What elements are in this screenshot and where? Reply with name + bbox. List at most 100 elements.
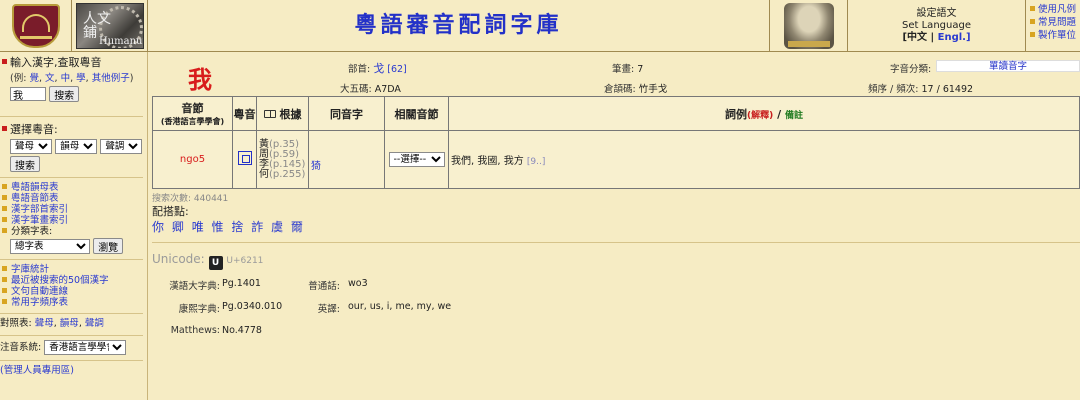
nav-finals-table[interactable]: 粵語韻母表 (2, 182, 147, 193)
basis-cell: 黃(p.35) 周(p.59) 李(p.145) 何(p.255) (256, 130, 309, 189)
nav-radical-index[interactable]: 漢字部首索引 (2, 204, 147, 215)
homophone-link[interactable]: 猗 (311, 161, 321, 172)
nav-recent-50-link[interactable]: 最近被搜索的50個漢字 (11, 275, 109, 286)
nav-freq-table-link[interactable]: 常用字頻序表 (11, 297, 68, 308)
radical-link[interactable]: 戈 (373, 62, 384, 75)
admin-link[interactable]: (管理人員專用區) (0, 365, 74, 376)
char-search-button[interactable]: 搜索 (49, 86, 80, 102)
collocation-chars: 你 卿 唯 惟 捨 詐 虞 爾 (152, 218, 306, 235)
freq-info: 頻序 / 頻次: 17 / 61492 (868, 81, 973, 95)
university-logo[interactable] (0, 0, 72, 52)
homophones-cell: 猗 (308, 130, 385, 189)
nav-freq-table[interactable]: 常用字頻序表 (2, 297, 147, 308)
category-select[interactable]: 總字表 (10, 238, 90, 254)
colloc-link[interactable]: 你 (152, 220, 165, 234)
language-chinese-link[interactable]: [中文 (902, 32, 927, 43)
system-select[interactable]: 香港語言學學會 (44, 340, 127, 355)
nav-recent-50[interactable]: 最近被搜索的50個漢字 (2, 275, 147, 286)
nav-auto-link[interactable]: 文句自動連線 (2, 286, 147, 297)
header-words-text: 詞例 (725, 107, 748, 121)
pron-search-button[interactable]: 搜索 (10, 156, 40, 172)
nav-syllable-table[interactable]: 粵語音節表 (2, 193, 147, 204)
unicode-info: Unicode: U U+6211 (152, 252, 263, 270)
pron-select-title: 選擇粵音: (0, 121, 147, 137)
nav-finals-table-link[interactable]: 粵語韻母表 (11, 182, 59, 193)
notes-link[interactable]: 備註 (785, 111, 803, 121)
compare-tables: 對照表: 聲母, 韻母, 聲調 (0, 318, 104, 329)
example-link-4[interactable]: 學 (76, 73, 86, 84)
colloc-link[interactable]: 捨 (231, 220, 244, 234)
char-search-input[interactable] (10, 87, 46, 101)
language-panel: 設定語文 Set Language [中文 | Engl.] (848, 0, 1026, 52)
sidebar-divider (0, 360, 143, 361)
pron-search-row: 搜索 (0, 156, 147, 172)
jyutping-cell: ngo5 (152, 130, 233, 189)
header-basis: 根據 (256, 96, 309, 131)
nav-stroke-index[interactable]: 漢字筆畫索引 (2, 215, 147, 226)
nav-stats[interactable]: 字庫統計 (2, 264, 147, 275)
header-words: 詞例(解釋) / 備註 (448, 96, 1080, 131)
main-content: 我 部首: 戈 [62] 筆畫: 7 字音分類: 單讀音字 大五碼: A7DA … (150, 52, 1080, 400)
related-syllable-select[interactable]: --選擇-- (388, 152, 445, 167)
strokes-label: 筆畫: (612, 64, 635, 75)
freq-label: 頻序 / 頻次: (868, 84, 919, 95)
colloc-link[interactable]: 虞 (271, 220, 284, 234)
language-separator: | (927, 32, 938, 43)
nav-syllable-table-link[interactable]: 粵語音節表 (11, 193, 59, 204)
humanum-logo[interactable]: 人文 鋪 Humanum (72, 0, 148, 52)
nav-auto-link-link[interactable]: 文句自動連線 (11, 286, 68, 297)
browse-button[interactable]: 瀏覽 (93, 238, 124, 254)
compare-tones-link[interactable]: 聲調 (85, 318, 104, 329)
compare-initials-link[interactable]: 聲母 (35, 318, 54, 329)
unicode-icon[interactable]: U (208, 256, 223, 270)
system-label: 注音系統: (0, 342, 42, 353)
example-link-more[interactable]: 其他例子 (92, 73, 130, 84)
nav-stroke-index-link[interactable]: 漢字筆畫索引 (11, 215, 68, 226)
colloc-link[interactable]: 爾 (291, 220, 304, 234)
statue-logo[interactable] (770, 0, 848, 52)
colloc-link[interactable]: 唯 (192, 220, 205, 234)
example-link-3[interactable]: 中 (61, 73, 71, 84)
index-nav: 粵語韻母表 粵語音節表 漢字部首索引 漢字筆畫索引 分類字表: (0, 182, 147, 237)
category-info: 字音分類: (890, 61, 931, 75)
category-label-text: 分類字表: (11, 226, 53, 237)
more-words-link[interactable]: [9..] (527, 157, 545, 167)
unicode-label: Unicode: (152, 252, 209, 266)
english-label: 英譯: (317, 304, 340, 315)
usage-guide-link[interactable]: 使用凡例 (1030, 3, 1080, 16)
word-examples: 我們, 我國, 我方 (451, 156, 524, 167)
examples-suffix: ) (129, 73, 134, 84)
main-divider (152, 242, 1080, 243)
compare-finals-link[interactable]: 韻母 (60, 318, 79, 329)
table-row: ngo5 黃(p.35) 周(p.59) 李(p.145) 何(p.255) 猗… (152, 130, 1080, 189)
putonghua-label: 普通話: (308, 281, 340, 292)
initial-select[interactable]: 聲母 (10, 139, 52, 154)
colloc-link[interactable]: 惟 (212, 220, 225, 234)
example-link-2[interactable]: 文 (45, 73, 55, 84)
radical-number-link[interactable]: [62] (387, 64, 407, 75)
english-value: our, us, i, me, my, we (348, 301, 452, 312)
nav-stats-link[interactable]: 字庫統計 (11, 264, 49, 275)
tone-select[interactable]: 聲調 (100, 139, 143, 154)
language-english-link[interactable]: Engl.] (938, 32, 971, 43)
example-link-1[interactable]: 覺 (29, 73, 39, 84)
kangxi-label: 康熙字典: (178, 304, 220, 315)
final-select[interactable]: 韻母 (55, 139, 98, 154)
help-links: 使用凡例 常見問題 製作單位 (1026, 0, 1080, 52)
header-syllable-sub: (香港語言學學會) (160, 117, 225, 126)
language-title-en: Set Language (902, 20, 971, 31)
category-label: 分類字表: (2, 226, 147, 237)
search-examples: (例: 覺, 文, 中, 學, 其他例子) (10, 73, 134, 84)
colloc-link[interactable]: 詐 (251, 220, 264, 234)
credits-link[interactable]: 製作單位 (1030, 29, 1080, 42)
nav-radical-index-link[interactable]: 漢字部首索引 (11, 204, 68, 215)
explain-link[interactable]: (解釋) (747, 111, 773, 121)
header-basis-text: 根據 (279, 107, 302, 121)
big5-info: 大五碼: A7DA (340, 81, 401, 95)
header-related-text: 相關音節 (394, 107, 439, 121)
colloc-link[interactable]: 卿 (172, 220, 185, 234)
language-title: 設定語文 (916, 8, 957, 19)
sidebar-divider (0, 259, 143, 260)
speaker-icon[interactable] (237, 151, 252, 165)
faq-link[interactable]: 常見問題 (1030, 16, 1080, 29)
